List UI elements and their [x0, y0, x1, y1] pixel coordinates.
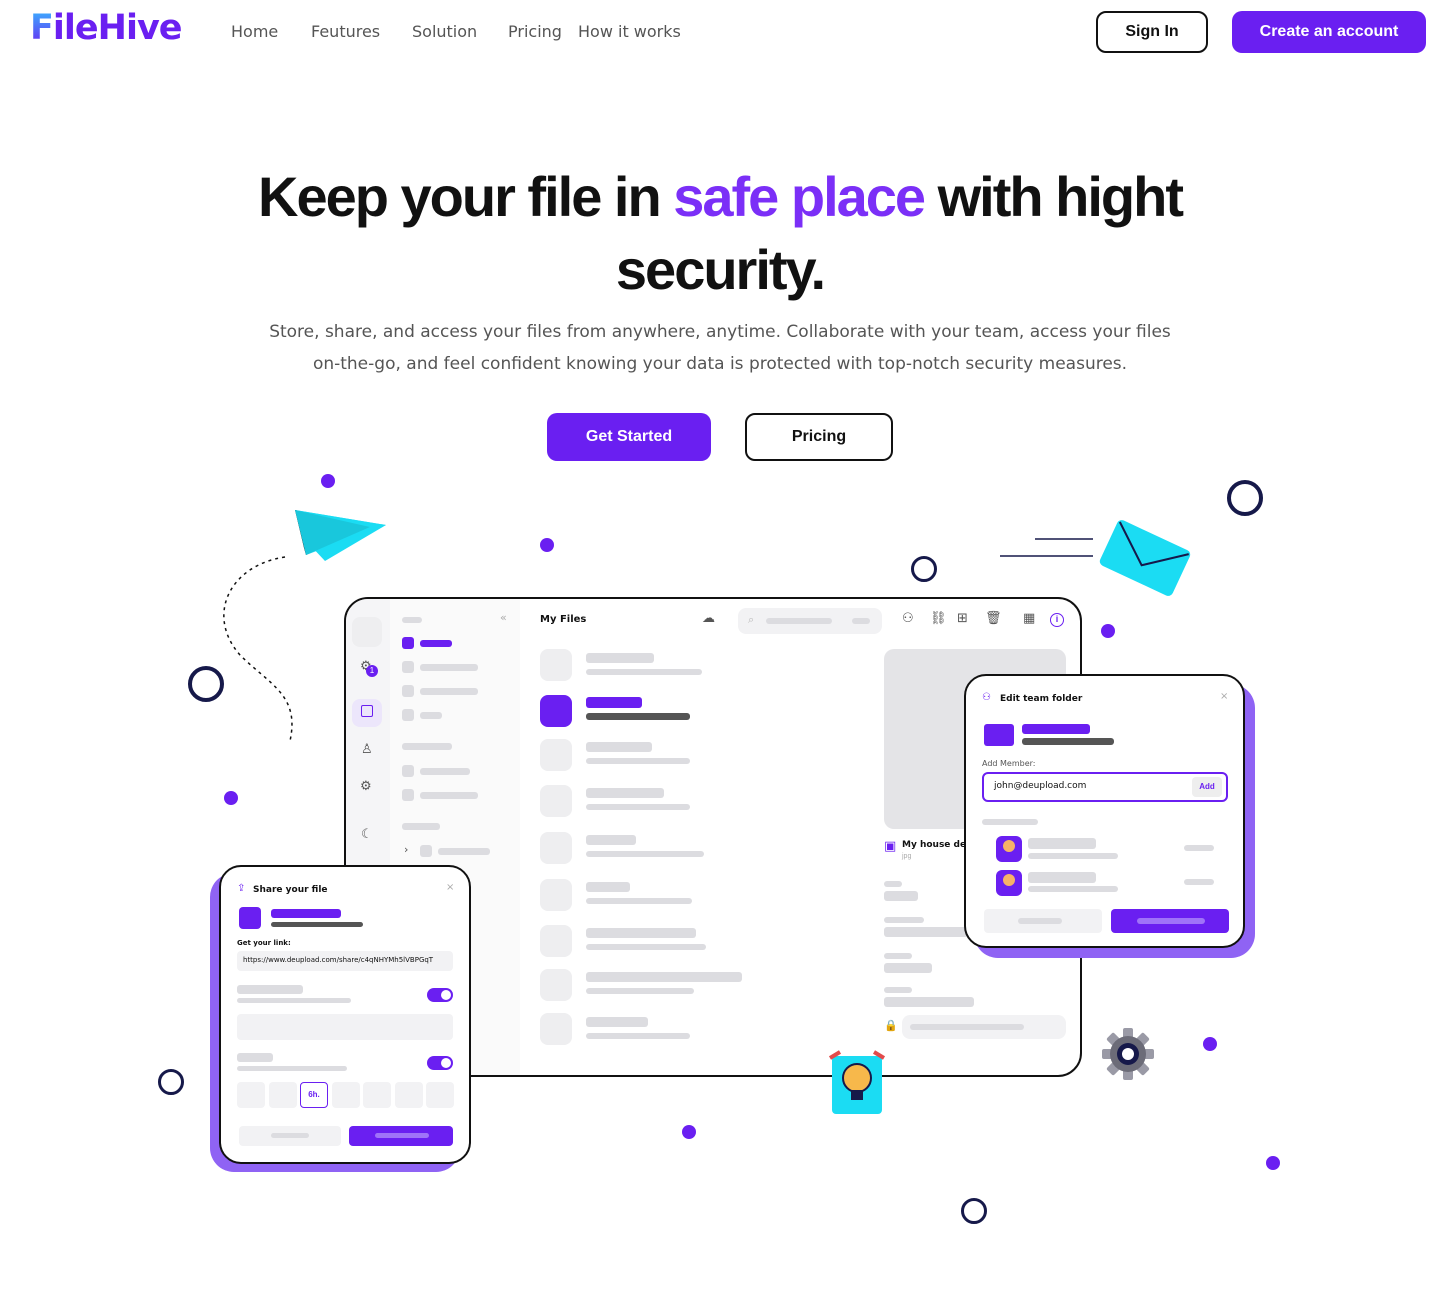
lightbulb-icon [828, 1050, 886, 1114]
share-file-card: ⇪ Share your file × Get your link: https… [219, 865, 471, 1164]
decor-ring [1227, 480, 1263, 516]
decor-ring [961, 1198, 987, 1224]
link-label: Get your link: [237, 939, 291, 947]
notification-badge: 1 [366, 665, 378, 677]
decor-ring [911, 556, 937, 582]
hero-title-accent: safe place [673, 165, 926, 228]
app-logo-placeholder [352, 617, 382, 647]
duration-option[interactable] [332, 1082, 360, 1108]
app-title: My Files [540, 614, 587, 625]
decor-dot [1203, 1037, 1217, 1051]
info-icon[interactable]: i [1050, 613, 1064, 627]
decor-ring [158, 1069, 184, 1095]
share-card-title: Share your file [253, 885, 328, 895]
settings-icon[interactable]: ⚙ [360, 779, 372, 794]
duration-option[interactable] [426, 1082, 454, 1108]
filehive-logo[interactable]: FileHive [30, 8, 182, 48]
avatar [996, 870, 1022, 896]
get-started-button[interactable]: Get Started [547, 413, 711, 461]
toggle-switch[interactable] [427, 988, 453, 1002]
selected-file-icon[interactable] [540, 695, 572, 727]
hero-title: Keep your file in safe place with hight … [258, 165, 1184, 301]
duration-option[interactable] [395, 1082, 423, 1108]
team-cancel-button[interactable] [984, 909, 1102, 933]
decor-dot [1101, 624, 1115, 638]
grid-view-icon[interactable]: ▦ [1023, 611, 1035, 626]
decor-dot [682, 1125, 696, 1139]
dark-mode-icon[interactable]: ☾ [361, 827, 373, 842]
add-member-label: Add Member: [982, 759, 1036, 768]
gear-icon [1102, 1028, 1154, 1080]
duration-option[interactable] [363, 1082, 391, 1108]
search-input[interactable]: ⌕ [738, 608, 882, 634]
add-user-icon[interactable]: ⚇ [902, 611, 914, 626]
share-icon: ⇪ [237, 883, 246, 894]
file-icon [239, 907, 261, 929]
duration-option[interactable] [269, 1082, 297, 1108]
decor-dot [1266, 1156, 1280, 1170]
preview-file-ext: jpg [902, 853, 912, 860]
add-member-button[interactable]: Add [1192, 777, 1222, 797]
sign-in-button[interactable]: Sign In [1096, 11, 1208, 53]
nav-pricing[interactable]: Pricing [508, 22, 562, 41]
nav-solution[interactable]: Solution [412, 22, 477, 41]
move-icon[interactable]: ⊞ [957, 611, 968, 626]
user-icon[interactable]: ♙ [361, 742, 373, 757]
files-nav-icon[interactable] [352, 699, 382, 727]
toggle-switch[interactable] [427, 1056, 453, 1070]
image-icon: ▣ [884, 839, 897, 854]
share-cancel-button[interactable] [239, 1126, 341, 1146]
duration-option-selected[interactable]: 6h. [300, 1082, 328, 1108]
create-account-button[interactable]: Create an account [1232, 11, 1426, 53]
nav-how-it-works[interactable]: How it works [578, 22, 681, 41]
share-link-input[interactable]: https://www.deupload.com/share/c4qNHYMh5… [237, 951, 453, 971]
nav-features[interactable]: Feutures [311, 22, 380, 41]
chevron-right-icon[interactable]: › [404, 843, 408, 856]
avatar [996, 836, 1022, 862]
lock-icon: 🔒 [884, 1019, 898, 1032]
password-field[interactable] [237, 1014, 453, 1040]
close-icon[interactable]: × [1220, 691, 1228, 702]
collapse-icon[interactable]: « [500, 611, 507, 624]
member-email-input[interactable]: john@deupload.com Add [982, 772, 1228, 802]
decor-dot [540, 538, 554, 552]
share-link-field[interactable] [902, 1015, 1066, 1039]
envelope-icon [1000, 520, 1191, 596]
folder-icon [984, 724, 1014, 746]
upload-cloud-icon[interactable]: ☁ [702, 611, 715, 626]
trash-icon[interactable]: 🗑 [985, 611, 1002, 626]
add-user-icon: ⚇ [982, 692, 991, 703]
nav-home[interactable]: Home [231, 22, 278, 41]
team-save-button[interactable] [1111, 909, 1229, 933]
decor-dot [224, 791, 238, 805]
team-card-title: Edit team folder [1000, 694, 1083, 704]
duration-option[interactable] [237, 1082, 265, 1108]
link-icon[interactable]: ⛓ [930, 611, 947, 626]
close-icon[interactable]: × [446, 882, 454, 893]
pricing-button[interactable]: Pricing [745, 413, 893, 461]
search-icon: ⌕ [748, 613, 755, 626]
hero-subtitle: Store, share, and access your files from… [269, 322, 1171, 374]
edit-team-folder-card: ⚇ Edit team folder × Add Member: john@de… [964, 674, 1245, 948]
share-confirm-button[interactable] [349, 1126, 453, 1146]
decor-dot [321, 474, 335, 488]
